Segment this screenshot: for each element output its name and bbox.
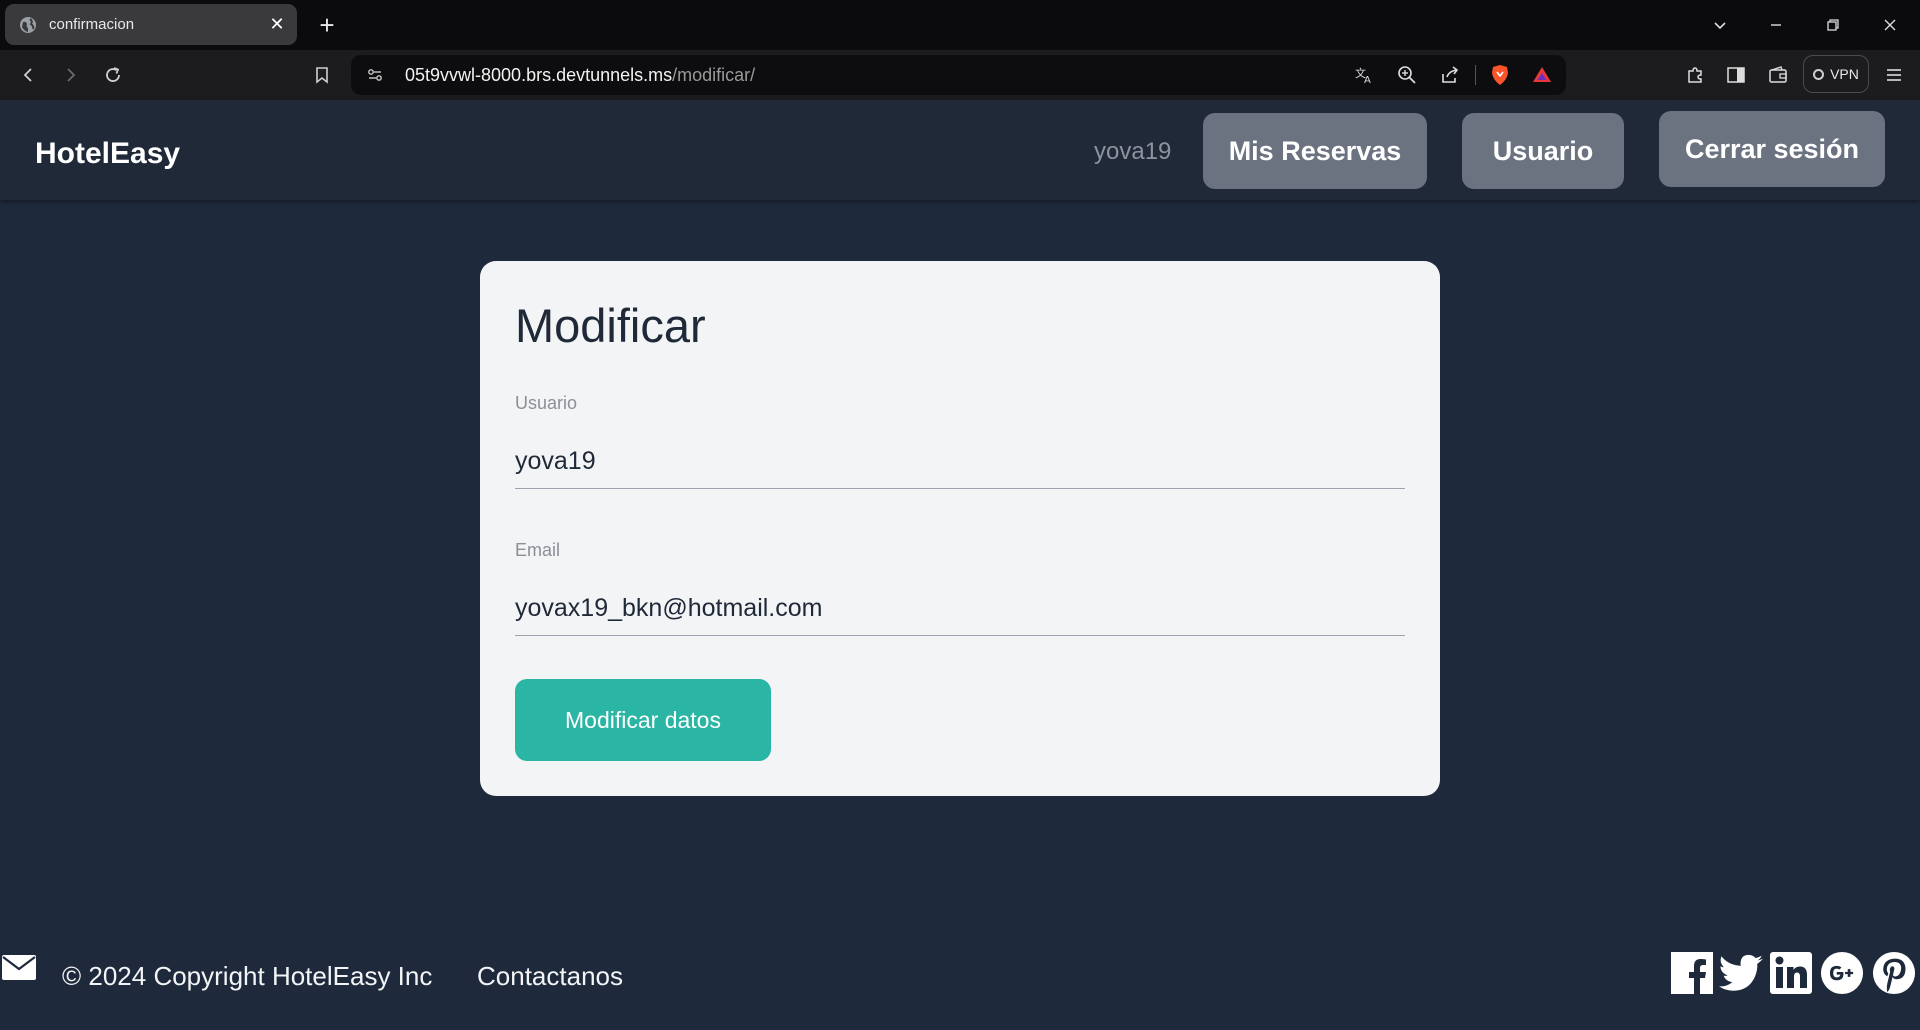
- back-icon[interactable]: [13, 59, 45, 91]
- vpn-label: VPN: [1830, 66, 1859, 82]
- mail-icon[interactable]: [2, 955, 36, 980]
- pinterest-icon[interactable]: [1872, 951, 1916, 995]
- vpn-button[interactable]: VPN: [1803, 55, 1869, 93]
- brand-logo[interactable]: HotelEasy: [35, 137, 180, 171]
- email-label: Email: [515, 540, 561, 560]
- sidebar-icon[interactable]: [1720, 59, 1752, 91]
- brave-rewards-icon[interactable]: [1532, 65, 1552, 85]
- wallet-icon[interactable]: [1762, 59, 1794, 91]
- modify-data-button[interactable]: Modificar datos: [515, 679, 771, 761]
- address-bar[interactable]: 05t9vvwl-8000.brs.devtunnels.ms/modifica…: [351, 55, 1566, 95]
- bookmark-icon[interactable]: [306, 59, 338, 91]
- current-username: yova19: [1094, 138, 1172, 165]
- new-tab-icon[interactable]: +: [312, 10, 342, 40]
- footer-copyright: © 2024 Copyright HotelEasy Inc: [62, 961, 433, 991]
- linkedin-icon[interactable]: [1769, 951, 1813, 995]
- user-button[interactable]: Usuario: [1462, 113, 1624, 189]
- username-field[interactable]: [515, 434, 1405, 489]
- tab-title: confirmacion: [49, 16, 135, 33]
- translate-icon[interactable]: 文A: [1354, 65, 1374, 85]
- facebook-icon[interactable]: [1670, 951, 1714, 995]
- my-reservations-button[interactable]: Mis Reservas: [1203, 113, 1427, 189]
- url-path: /modificar/: [672, 64, 756, 85]
- close-tab-icon[interactable]: ✕: [267, 14, 287, 35]
- logout-button[interactable]: Cerrar sesión: [1659, 111, 1885, 187]
- url-text[interactable]: 05t9vvwl-8000.brs.devtunnels.ms/modifica…: [405, 65, 755, 86]
- page-title: Modificar: [515, 299, 706, 352]
- minimize-icon[interactable]: [1756, 8, 1796, 42]
- svg-text:A: A: [1364, 75, 1371, 85]
- restore-icon[interactable]: [1813, 8, 1853, 42]
- google-plus-icon[interactable]: [1820, 951, 1864, 995]
- globe-icon: [19, 16, 37, 34]
- extensions-icon[interactable]: [1679, 59, 1711, 91]
- twitter-icon[interactable]: [1719, 951, 1763, 995]
- share-icon[interactable]: [1440, 65, 1460, 85]
- browser-tabbar: confirmacion ✕ +: [0, 0, 1920, 50]
- reload-icon[interactable]: [97, 59, 129, 91]
- tab-search-icon[interactable]: [1700, 8, 1740, 42]
- app-header: [0, 100, 1920, 200]
- contact-link[interactable]: Contactanos: [477, 961, 623, 992]
- vpn-status-icon: [1813, 68, 1825, 80]
- menu-icon[interactable]: [1878, 59, 1910, 91]
- modify-card: Modificar Usuario Email Modificar datos: [480, 261, 1440, 796]
- email-field[interactable]: [515, 581, 1405, 636]
- close-window-icon[interactable]: [1870, 8, 1910, 42]
- zoom-icon[interactable]: [1397, 65, 1417, 85]
- username-label: Usuario: [515, 393, 578, 413]
- browser-tab[interactable]: confirmacion ✕: [5, 4, 297, 45]
- omnibox-divider: [1475, 65, 1476, 85]
- site-settings-icon[interactable]: [365, 65, 385, 85]
- forward-icon[interactable]: [54, 59, 86, 91]
- brave-shields-icon[interactable]: [1490, 65, 1510, 85]
- url-host: 05t9vvwl-8000.brs.devtunnels.ms: [405, 64, 673, 85]
